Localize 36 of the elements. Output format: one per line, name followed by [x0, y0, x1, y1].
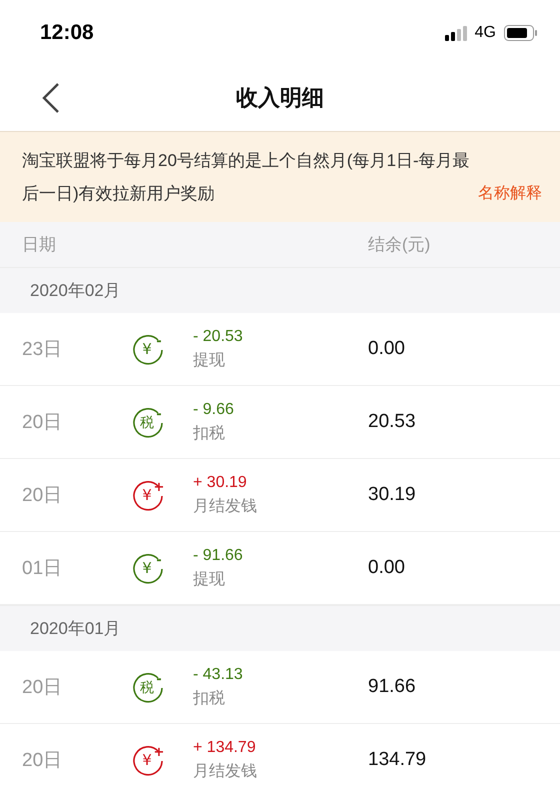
transaction-type: 提现 [193, 350, 226, 370]
balance-cell: 30.19 [368, 484, 416, 506]
date-cell-text: 20日 [21, 411, 64, 435]
balance-cell: 20.53 [368, 411, 416, 433]
amount-text: - 20.53 [193, 328, 244, 346]
month-header: 2020年01月 [0, 605, 560, 651]
transaction-type: 扣税 [193, 688, 226, 708]
signal-icon [444, 24, 467, 40]
page-title: 收入明细 [236, 84, 324, 112]
balance-cell: 91.66 [368, 676, 416, 698]
column-header: 日期 [22, 234, 57, 256]
amount-text: - 9.66 [193, 400, 235, 418]
back-icon[interactable] [40, 82, 62, 114]
transaction-type: 扣税 [193, 424, 226, 444]
amount-text: - 91.66 [193, 546, 244, 564]
transaction-type: 月结发钱 [193, 762, 258, 782]
date-cell-text: 20日 [21, 484, 64, 508]
balance-cell: 134.79 [368, 749, 426, 771]
date-cell-text: 01日 [21, 557, 64, 581]
amount-text: + 30.19 [193, 474, 248, 492]
date-cell-text: 20日 [21, 676, 64, 700]
date-cell-text: 23日 [21, 338, 64, 362]
notice-text: 淘宝联盟将于每月20号结算的是上个自然月(每月1日-每月最后一日)有效拉新用户奖励 [22, 150, 471, 205]
balance-cell: 0.00 [368, 338, 405, 360]
amount-text: - 43.13 [193, 666, 244, 684]
month-header: 2020年02月 [0, 267, 560, 313]
transaction-type: 月结发钱 [193, 496, 258, 516]
balance-cell: 0.00 [368, 557, 405, 579]
network-label: 4G [474, 24, 496, 42]
date-cell-text: 20日 [21, 749, 64, 773]
status-time: 12:08 [40, 20, 95, 44]
amount-text: + 134.79 [193, 738, 257, 756]
battery-icon [504, 24, 538, 40]
transaction-type: 提现 [193, 570, 226, 590]
column-header: 结余(元) [368, 234, 430, 256]
glossary-link[interactable]: 名称解释 [478, 177, 542, 210]
